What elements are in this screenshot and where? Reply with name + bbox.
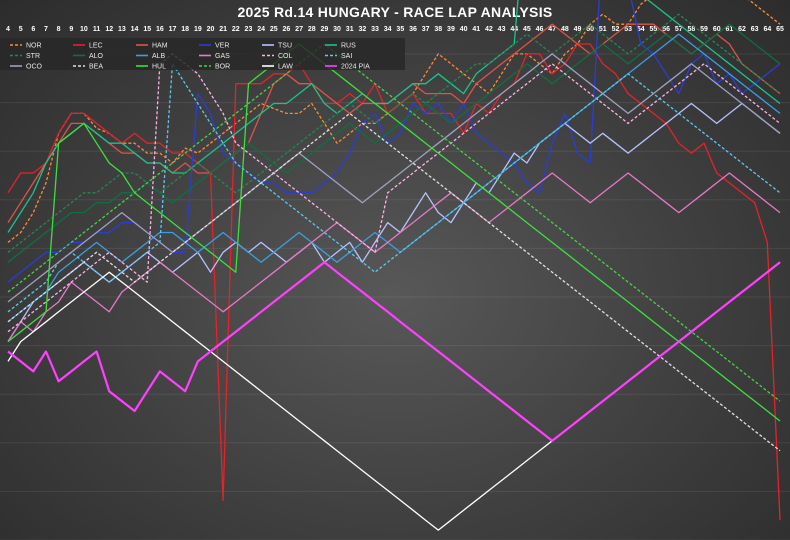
legend-label: 2024 PIA	[341, 64, 370, 71]
x-tick-label: 27	[295, 26, 303, 33]
x-tick-label: 18	[181, 26, 189, 33]
x-tick-label: 36	[409, 26, 417, 33]
x-tick-label: 45	[523, 26, 531, 33]
legend-label: HAM	[152, 43, 168, 50]
legend-label: TSU	[278, 43, 292, 50]
x-tick-label: 9	[69, 26, 73, 33]
x-tick-label: 6	[31, 26, 35, 33]
x-tick-label: 5	[19, 26, 23, 33]
series-line-sai	[7, 63, 781, 313]
x-tick-label: 37	[422, 26, 430, 33]
x-tick-label: 12	[105, 26, 113, 33]
legend-label: RUS	[341, 43, 356, 50]
x-tick-label: 44	[510, 26, 518, 33]
x-tick-label: 21	[219, 26, 227, 33]
x-tick-label: 13	[118, 26, 126, 33]
legend-label: ALO	[89, 53, 104, 60]
legend-label: BEA	[89, 64, 103, 71]
series-line-hul	[7, 43, 781, 422]
series-line-bea	[7, 112, 781, 452]
x-tick-label: 35	[396, 26, 404, 33]
x-tick-label: 34	[384, 26, 392, 33]
legend-label: ALB	[152, 53, 166, 60]
x-tick-label: 15	[143, 26, 151, 33]
x-tick-label: 7	[44, 26, 48, 33]
x-tick-label: 30	[333, 26, 341, 33]
legend-label: HUL	[152, 64, 166, 71]
legend-label: GAS	[215, 53, 230, 60]
series-line-lec	[7, 43, 781, 521]
x-tick-label: 11	[93, 26, 101, 33]
x-tick-label: 40	[460, 26, 468, 33]
x-tick-label: 42	[485, 26, 493, 33]
legend-label: COL	[278, 53, 293, 60]
x-tick-label: 64	[763, 26, 771, 33]
x-tick-label: 16	[156, 26, 164, 33]
x-tick-label: 19	[194, 26, 202, 33]
lap-chart: 4 5 6 7 8 9 10 11 12 13 14 15 16 17 18 19 20 21 22 23 24 25 26…	[0, 0, 790, 540]
x-tick-label: 39	[447, 26, 455, 33]
legend-label: LAW	[278, 64, 293, 71]
chart-stage: 2025 Rd.14 HUNGARY - RACE LAP ANALYSIS 4…	[0, 0, 790, 540]
x-tick-label: 26	[283, 26, 291, 33]
x-tick-label: 10	[80, 26, 88, 33]
x-tick-label: 14	[131, 26, 139, 33]
x-tick-label: 4	[6, 26, 10, 33]
legend-label: OCO	[26, 64, 43, 71]
x-tick-label: 33	[371, 26, 379, 33]
series-line-oco	[7, 53, 781, 303]
legend-label: LEC	[89, 43, 103, 50]
x-tick-label: 43	[498, 26, 506, 33]
x-tick-label: 25	[270, 26, 278, 33]
x-tick-label: 63	[751, 26, 759, 33]
series-line-law	[7, 261, 781, 531]
x-tick-label: 24	[257, 26, 265, 33]
x-tick-label: 17	[169, 26, 177, 33]
x-tick-label: 31	[346, 26, 354, 33]
x-tick-label: 38	[434, 26, 442, 33]
legend-label: VER	[215, 43, 229, 50]
x-tick-label: 28	[308, 26, 316, 33]
legend-label: NOR	[26, 43, 42, 50]
legend-label: BOR	[215, 64, 230, 71]
x-tick-label: 23	[245, 26, 253, 33]
series-line-2024-pia	[7, 261, 781, 442]
x-tick-label: 41	[472, 26, 480, 33]
x-tick-label: 32	[358, 26, 366, 33]
x-tick-label: 8	[57, 26, 61, 33]
x-tick-label: 20	[207, 26, 215, 33]
x-tick-label: 65	[776, 26, 784, 33]
legend-label: SAI	[341, 53, 352, 60]
x-tick-label: 29	[320, 26, 328, 33]
x-tick-label: 22	[232, 26, 240, 33]
legend-label: STR	[26, 53, 40, 60]
